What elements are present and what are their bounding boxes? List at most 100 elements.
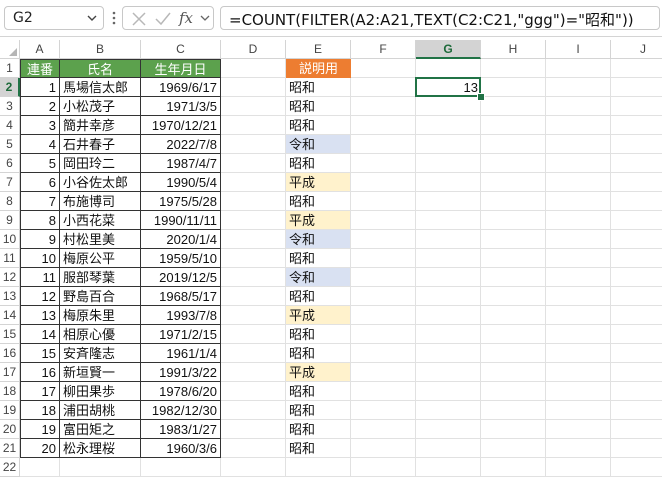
- table-header-cell[interactable]: 生年月日: [141, 59, 221, 78]
- era-cell[interactable]: 平成: [286, 363, 350, 381]
- birthdate-cell[interactable]: 1982/12/30: [141, 401, 221, 420]
- name-cell[interactable]: 小松茂子: [60, 97, 141, 116]
- row-header-18[interactable]: 18: [0, 382, 20, 401]
- name-cell[interactable]: 梅原朱里: [60, 306, 141, 325]
- name-cell[interactable]: 石井春子: [60, 135, 141, 154]
- name-cell[interactable]: 野島百合: [60, 287, 141, 306]
- fx-icon[interactable]: fx: [179, 7, 193, 29]
- birthdate-cell[interactable]: 2020/1/4: [141, 230, 221, 249]
- birthdate-cell[interactable]: 1990/5/4: [141, 173, 221, 192]
- name-box-value[interactable]: G2: [13, 10, 33, 26]
- name-cell[interactable]: 浦田胡桃: [60, 401, 141, 420]
- row-header-11[interactable]: 11: [0, 249, 20, 268]
- row-number-cell[interactable]: 16: [20, 363, 60, 382]
- row-number-cell[interactable]: 3: [20, 116, 60, 135]
- birthdate-cell[interactable]: 1983/1/27: [141, 420, 221, 439]
- select-all-triangle-icon[interactable]: [9, 48, 17, 56]
- vertical-dots-icon[interactable]: [111, 8, 117, 28]
- era-cell[interactable]: 昭和: [286, 192, 350, 210]
- chevron-down-icon[interactable]: [199, 12, 211, 24]
- birthdate-cell[interactable]: 1991/3/22: [141, 363, 221, 382]
- row-number-cell[interactable]: 10: [20, 249, 60, 268]
- row-number-cell[interactable]: 4: [20, 135, 60, 154]
- birthdate-cell[interactable]: 1970/12/21: [141, 116, 221, 135]
- era-cell[interactable]: 昭和: [286, 78, 350, 96]
- row-number-cell[interactable]: 14: [20, 325, 60, 344]
- era-cell[interactable]: 昭和: [286, 287, 350, 305]
- name-cell[interactable]: 簡井幸彦: [60, 116, 141, 135]
- row-header-9[interactable]: 9: [0, 211, 20, 230]
- table-header-cell[interactable]: 連番: [20, 59, 60, 78]
- birthdate-cell[interactable]: 1959/5/10: [141, 249, 221, 268]
- row-number-cell[interactable]: 19: [20, 420, 60, 439]
- explain-header-cell[interactable]: 説明用: [286, 59, 351, 78]
- row-header-20[interactable]: 20: [0, 420, 20, 439]
- birthdate-cell[interactable]: 1969/6/17: [141, 78, 221, 97]
- row-number-cell[interactable]: 8: [20, 211, 60, 230]
- row-header-10[interactable]: 10: [0, 230, 20, 249]
- era-cell[interactable]: 昭和: [286, 325, 350, 343]
- row-header-19[interactable]: 19: [0, 401, 20, 420]
- column-header-j[interactable]: J: [611, 40, 662, 59]
- name-cell[interactable]: 村松里美: [60, 230, 141, 249]
- era-cell[interactable]: 令和: [286, 268, 350, 286]
- row-number-cell[interactable]: 11: [20, 268, 60, 287]
- birthdate-cell[interactable]: 2019/12/5: [141, 268, 221, 287]
- row-number-cell[interactable]: 6: [20, 173, 60, 192]
- row-header-2[interactable]: 2: [0, 78, 20, 97]
- row-header-8[interactable]: 8: [0, 192, 20, 211]
- era-cell[interactable]: 昭和: [286, 420, 350, 438]
- column-header-e[interactable]: E: [286, 40, 351, 59]
- birthdate-cell[interactable]: 1978/6/20: [141, 382, 221, 401]
- row-header-17[interactable]: 17: [0, 363, 20, 382]
- name-cell[interactable]: 松永理桜: [60, 439, 141, 458]
- row-number-cell[interactable]: 5: [20, 154, 60, 173]
- birthdate-cell[interactable]: 1990/11/11: [141, 211, 221, 230]
- era-cell[interactable]: 令和: [286, 135, 350, 153]
- column-header-b[interactable]: B: [60, 40, 141, 59]
- row-header-13[interactable]: 13: [0, 287, 20, 306]
- column-header-i[interactable]: I: [546, 40, 611, 59]
- name-cell[interactable]: 馬場信太郎: [60, 78, 141, 97]
- era-cell[interactable]: 昭和: [286, 154, 350, 172]
- name-cell[interactable]: 岡田玲二: [60, 154, 141, 173]
- birthdate-cell[interactable]: 1968/5/17: [141, 287, 221, 306]
- column-header-a[interactable]: A: [20, 40, 60, 59]
- row-header-5[interactable]: 5: [0, 135, 20, 154]
- row-header-6[interactable]: 6: [0, 154, 20, 173]
- row-header-1[interactable]: 1: [0, 59, 20, 78]
- era-cell[interactable]: 昭和: [286, 439, 350, 457]
- row-number-cell[interactable]: 20: [20, 439, 60, 458]
- row-header-4[interactable]: 4: [0, 116, 20, 135]
- name-cell[interactable]: 相原心優: [60, 325, 141, 344]
- column-header-h[interactable]: H: [481, 40, 546, 59]
- era-cell[interactable]: 昭和: [286, 116, 350, 134]
- name-cell[interactable]: 安斉隆志: [60, 344, 141, 363]
- chevron-down-icon[interactable]: [85, 11, 99, 25]
- formula-input[interactable]: =COUNT(FILTER(A2:A21,TEXT(C2:C21,"ggg")=…: [220, 6, 660, 30]
- birthdate-cell[interactable]: 1960/3/6: [141, 439, 221, 458]
- column-header-f[interactable]: F: [351, 40, 416, 59]
- row-header-16[interactable]: 16: [0, 344, 20, 363]
- birthdate-cell[interactable]: 1971/2/15: [141, 325, 221, 344]
- era-cell[interactable]: 昭和: [286, 249, 350, 267]
- birthdate-cell[interactable]: 1987/4/7: [141, 154, 221, 173]
- row-header-15[interactable]: 15: [0, 325, 20, 344]
- era-cell[interactable]: 平成: [286, 173, 350, 191]
- birthdate-cell[interactable]: 1971/3/5: [141, 97, 221, 116]
- column-header-d[interactable]: D: [221, 40, 286, 59]
- select-all-corner[interactable]: [0, 40, 20, 59]
- row-header-3[interactable]: 3: [0, 97, 20, 116]
- name-cell[interactable]: 梅原公平: [60, 249, 141, 268]
- name-box[interactable]: G2: [4, 6, 104, 30]
- era-cell[interactable]: 平成: [286, 211, 350, 229]
- birthdate-cell[interactable]: 2022/7/8: [141, 135, 221, 154]
- birthdate-cell[interactable]: 1961/1/4: [141, 344, 221, 363]
- row-header-7[interactable]: 7: [0, 173, 20, 192]
- era-cell[interactable]: 昭和: [286, 97, 350, 115]
- enter-check-icon[interactable]: [153, 9, 173, 29]
- birthdate-cell[interactable]: 1975/5/28: [141, 192, 221, 211]
- row-header-12[interactable]: 12: [0, 268, 20, 287]
- row-header-14[interactable]: 14: [0, 306, 20, 325]
- era-cell[interactable]: 昭和: [286, 344, 350, 362]
